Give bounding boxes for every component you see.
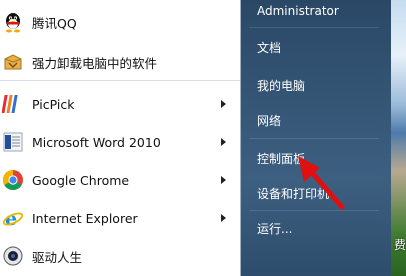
program-item-driver[interactable]: 驱动人生 <box>0 237 240 275</box>
list-divider <box>0 80 240 81</box>
program-item-qq[interactable]: 腾讯QQ <box>0 3 240 41</box>
control-panel-item[interactable]: 控制面板 <box>257 150 305 167</box>
program-label: 腾讯QQ <box>32 15 77 31</box>
program-item-chrome[interactable]: Google Chrome <box>0 161 240 199</box>
program-item-uninstall[interactable]: 强力卸载电脑中的软件 <box>0 43 240 81</box>
qq-penguin-icon <box>1 10 25 34</box>
chrome-icon <box>1 168 25 192</box>
devices-printers-item[interactable]: 设备和打印机 <box>257 185 329 202</box>
network-item[interactable]: 网络 <box>257 112 281 129</box>
submenu-arrow-icon <box>221 176 226 184</box>
driver-icon <box>1 244 25 268</box>
submenu-arrow-icon <box>221 214 226 222</box>
submenu-arrow-icon <box>221 100 226 108</box>
run-item[interactable]: 运行... <box>257 220 292 237</box>
program-label: 强力卸载电脑中的软件 <box>32 55 158 71</box>
user-name-item[interactable]: Administrator <box>257 4 339 18</box>
menu-divider <box>249 27 379 28</box>
program-label: Internet Explorer <box>32 210 138 226</box>
program-label: Google Chrome <box>32 172 130 188</box>
program-label: Microsoft Word 2010 <box>32 134 161 150</box>
menu-divider <box>249 138 379 139</box>
program-item-picpick[interactable]: PicPick <box>0 85 240 123</box>
ie-icon: e <box>1 206 25 230</box>
desktop-background <box>391 0 406 276</box>
documents-item[interactable]: 文档 <box>257 39 281 56</box>
word-icon <box>1 130 25 154</box>
program-label: PicPick <box>32 96 75 112</box>
program-item-ie[interactable]: e Internet Explorer <box>0 199 240 237</box>
start-menu-right-pane: Administrator 文档 我的电脑 网络 控制面板 设备和打印机 运行.… <box>241 0 391 276</box>
menu-divider <box>249 210 379 211</box>
submenu-arrow-icon <box>221 138 226 146</box>
program-label: 驱动人生 <box>32 249 83 265</box>
picpick-icon <box>1 92 25 116</box>
desktop-label: 费 <box>394 238 406 252</box>
computer-item[interactable]: 我的电脑 <box>257 77 305 94</box>
program-list: 腾讯QQ 强力卸载电脑中的软件 PicPick Microsoft Word 2… <box>0 0 241 276</box>
program-item-word[interactable]: Microsoft Word 2010 <box>0 123 240 161</box>
uninstall-box-icon <box>1 50 25 74</box>
